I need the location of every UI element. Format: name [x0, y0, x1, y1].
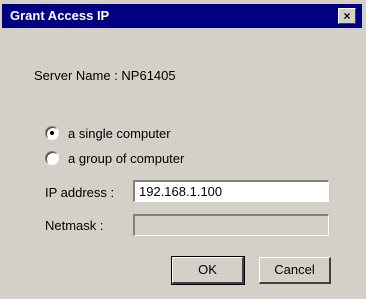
group-computer-label[interactable]: a group of computer	[68, 151, 184, 166]
close-icon: ×	[343, 9, 351, 23]
single-computer-radio[interactable]	[45, 126, 59, 140]
window-title: Grant Access IP	[10, 8, 110, 23]
close-button[interactable]: ×	[338, 8, 356, 24]
netmask-label: Netmask :	[45, 218, 104, 233]
title-bar: Grant Access IP ×	[2, 4, 362, 28]
ok-button[interactable]: OK	[171, 256, 245, 285]
server-name-label: Server Name : NP61405	[34, 68, 176, 83]
netmask-input[interactable]	[133, 214, 329, 236]
cancel-button[interactable]: Cancel	[259, 257, 331, 284]
ip-address-label: IP address :	[45, 185, 115, 200]
single-computer-label[interactable]: a single computer	[68, 126, 171, 141]
ip-address-input[interactable]: 192.168.1.100	[133, 180, 329, 202]
radio-selected-dot	[50, 131, 54, 135]
group-computer-radio[interactable]	[45, 151, 59, 165]
